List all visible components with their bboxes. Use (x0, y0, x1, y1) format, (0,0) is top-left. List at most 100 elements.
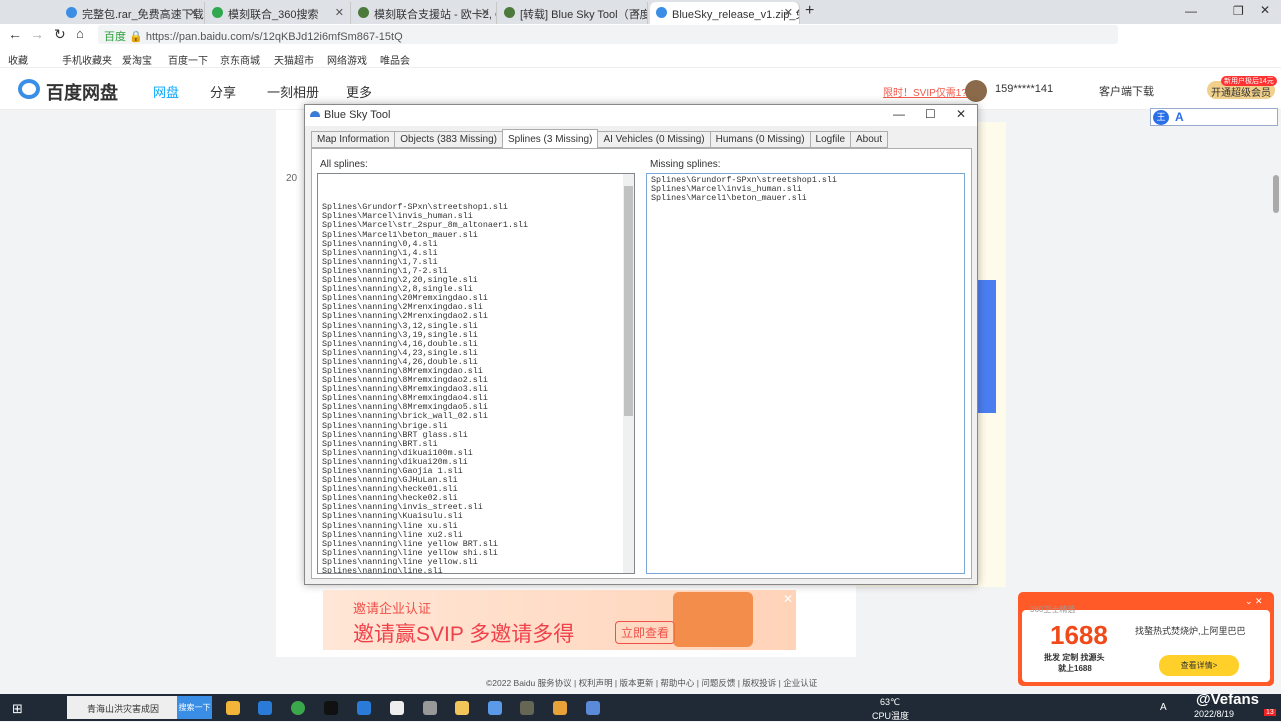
splines-pane: All splines: Missing splines: Splines\Gr… (311, 148, 972, 579)
footer-links[interactable]: ©2022 Baidu 服务协议 | 权利声明 | 版本更新 | 帮助中心 | … (486, 677, 817, 689)
browser-tab[interactable]: 模刻联合_360搜索 ✕ (206, 2, 351, 24)
spline-list-item[interactable]: Splines\nanning\line.sli (322, 566, 630, 573)
baidu-netdisk-icon[interactable] (488, 701, 502, 715)
enterprise-ad-banner[interactable]: 邀请企业认证 邀请赢SVIP 多邀请多得 立即查看 ✕ (323, 590, 796, 650)
baidu-logo-icon (18, 79, 40, 99)
ad-small-text: 邀请企业认证 (353, 601, 432, 616)
nav-more[interactable]: 更多 (346, 82, 372, 101)
logo-text: 百度网盘 (46, 83, 118, 103)
missing-splines-list[interactable]: Splines\Grundorf-SPxn\streetshop1.sli Spl… (646, 173, 965, 574)
ad-close-icon[interactable]: ✕ (783, 592, 793, 606)
popup-detail-button[interactable]: 查看详情> (1159, 655, 1239, 676)
bookmark[interactable]: 收藏 (8, 52, 28, 67)
nav-netdisk[interactable]: 网盘 (153, 82, 179, 101)
home-icon[interactable]: ⌂ (76, 26, 84, 41)
start-icon[interactable]: ⊞ (12, 701, 23, 717)
taskbar-search-button[interactable]: 搜索一下 (177, 696, 212, 719)
gift-box-image (673, 592, 753, 647)
ad-view-button[interactable]: 立即查看 (615, 621, 676, 644)
popup-source: 360卫士精选 (1030, 605, 1076, 614)
tab-strip: Map Information Objects (383 Missing) Sp… (311, 129, 889, 149)
browser-tab[interactable]: 模刻联合支援站 - 欧卡2, OMSI✕ (352, 2, 497, 24)
bookmark[interactable]: 手机收藏夹 (62, 52, 112, 67)
tab-logfile[interactable]: Logfile (809, 131, 851, 148)
page-scrollbar[interactable] (1273, 175, 1279, 213)
watermark: @Vefans (1196, 691, 1259, 708)
bookmark[interactable]: 京东商城 (220, 52, 260, 67)
app-icon[interactable] (423, 701, 437, 715)
clock-date: 2022/8/19 (1194, 709, 1235, 719)
back-icon[interactable]: ← (8, 26, 22, 42)
popup-text: 找螯热式焚烧炉,上阿里巴巴 (1135, 626, 1246, 636)
close-button[interactable]: ✕ (1260, 3, 1270, 17)
bookmark[interactable]: 唯品会 (380, 52, 410, 67)
username[interactable]: 159*****141 (995, 83, 1053, 95)
bookmark[interactable]: 网络游戏 (327, 52, 367, 67)
app-cloud-icon (310, 111, 320, 117)
store-icon[interactable] (390, 701, 404, 715)
app-icon[interactable] (553, 701, 567, 715)
bookmark[interactable]: 天猫超市 (274, 52, 314, 67)
window-minimize-button[interactable]: — (893, 107, 905, 121)
bookmarks-bar: 收藏 手机收藏夹 爱淘宝 百度一下 京东商城 天猫超市 网络游戏 唯品会 (0, 46, 1281, 68)
bookmark[interactable]: 百度一下 (168, 52, 208, 67)
spline-list-item[interactable]: Splines\Marcel1\beton_mauer.sli (651, 194, 960, 203)
ime-font-icon[interactable]: A (1175, 110, 1184, 124)
ie-icon[interactable] (258, 701, 272, 715)
all-splines-label: All splines: (320, 159, 368, 170)
new-tab-button[interactable]: + (805, 2, 814, 20)
ime-toolbar[interactable]: 王 A (1150, 108, 1278, 126)
nav-share[interactable]: 分享 (210, 82, 236, 101)
window-maximize-button[interactable]: ☐ (925, 107, 936, 121)
taskbar-search-input[interactable]: 青海山洪灾害成因 (67, 696, 177, 719)
forward-icon[interactable]: → (30, 26, 44, 42)
browser-tab-active[interactable]: BlueSky_release_v1.zip_免费✕ (650, 2, 800, 24)
popup-sub1: 批发 定制 找源头 (1044, 653, 1105, 662)
scrollbar-thumb[interactable] (624, 186, 633, 416)
tab-about[interactable]: About (850, 131, 889, 148)
tab-ai-vehicles[interactable]: AI Vehicles (0 Missing) (597, 131, 711, 148)
date-text: 20 (286, 173, 298, 184)
reload-icon[interactable]: ↻ (54, 26, 66, 43)
window-titlebar: Blue Sky Tool — ☐ ✕ (305, 105, 977, 126)
all-splines-list[interactable]: Splines\Grundorf-SPxn\streetshop1.sli Spl… (317, 173, 635, 574)
game-icon[interactable] (520, 701, 534, 715)
folder-icon[interactable] (226, 701, 240, 715)
app-icon[interactable] (357, 701, 371, 715)
restore-button[interactable]: ❐ (1233, 4, 1244, 18)
capcut-icon[interactable] (324, 701, 338, 715)
window-close-button[interactable]: ✕ (956, 107, 966, 121)
tab-objects[interactable]: Objects (383 Missing) (394, 131, 503, 148)
nav-album[interactable]: 一刻相册 (267, 82, 319, 101)
vip-badge: 新用户极后14元 (1221, 76, 1277, 86)
cpu-temp-label: CPU温度 (872, 711, 910, 721)
bookmark[interactable]: 爱淘宝 (122, 52, 152, 67)
ime-indicator[interactable]: A (1160, 702, 1167, 713)
browser-tab[interactable]: [转载] Blue Sky Tool（百度 ✕ (498, 2, 648, 24)
cpu-temp: 63℃ (880, 697, 901, 707)
blue-sky-tool-taskbar-icon[interactable] (586, 701, 600, 715)
popup-1688: 1688 (1050, 620, 1108, 650)
browser-tab[interactable]: 完整包.rar_免费高速下载|百度✕ (60, 2, 205, 24)
ime-logo-icon[interactable]: 王 (1153, 110, 1169, 125)
ad-headline: 邀请赢SVIP 多邀请多得 (353, 623, 575, 646)
minimize-button[interactable]: — (1185, 4, 1197, 18)
explorer-icon[interactable] (455, 701, 469, 715)
tab-humans[interactable]: Humans (0 Missing) (709, 131, 811, 148)
url-input[interactable]: 百度 🔒 https://pan.baidu.com/s/12qKBJd12i6… (98, 25, 1118, 44)
missing-splines-label: Missing splines: (650, 159, 721, 170)
client-download-link[interactable]: 客户端下载 (1099, 83, 1154, 99)
tab-splines[interactable]: Splines (3 Missing) (501, 129, 599, 149)
popup-sub2: 就上1688 (1058, 664, 1092, 673)
avatar[interactable] (965, 80, 987, 102)
tab-map-information[interactable]: Map Information (311, 131, 396, 148)
360-browser-icon[interactable] (291, 701, 305, 715)
taskbar: ⊞ 青海山洪灾害成因 搜索一下 63℃ CPU温度 A @Vefans 2022… (0, 691, 1281, 721)
svip-promo-link[interactable]: 限时！SVIP仅需1?元 (883, 84, 977, 99)
notification-badge[interactable]: 13 (1264, 709, 1276, 716)
popup-ad: 360卫士精选 ⌄ ✕ 1688 批发 定制 找源头 就上1688 找螯热式焚烧… (1018, 592, 1274, 686)
window-title: Blue Sky Tool (324, 109, 391, 121)
scrollbar[interactable] (623, 174, 634, 573)
popup-close-icon[interactable]: ⌄ ✕ (1245, 596, 1263, 607)
blue-sky-tool-window: Blue Sky Tool — ☐ ✕ Map Information Obje… (304, 104, 978, 585)
